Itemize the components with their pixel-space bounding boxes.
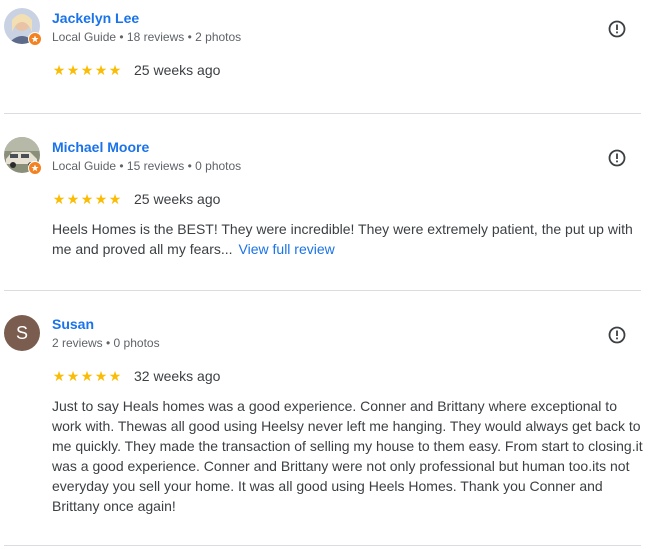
star-icon: ★ <box>80 368 94 384</box>
star-icon: ★ <box>52 191 66 207</box>
star-rating: ★ ★ ★ ★ ★ <box>52 63 122 77</box>
review-body: Heels Homes is the BEST! They were incre… <box>52 221 633 257</box>
review-body: Just to say Heals homes was a good exper… <box>52 398 643 514</box>
star-icon: ★ <box>80 191 94 207</box>
divider <box>4 290 641 291</box>
review-date: 25 weeks ago <box>134 191 221 207</box>
star-icon: ★ <box>52 368 66 384</box>
review-text: Heels Homes is the BEST! They were incre… <box>52 219 646 259</box>
star-icon: ★ <box>52 62 66 78</box>
avatar[interactable] <box>4 8 42 46</box>
reviewer-name[interactable]: Michael Moore <box>52 139 149 155</box>
local-guide-badge-icon <box>28 161 42 175</box>
reviewer-meta: Local Guide • 15 reviews • 0 photos <box>52 159 242 173</box>
star-icon: ★ <box>66 368 80 384</box>
reviewer-name[interactable]: Susan <box>52 316 94 332</box>
star-icon: ★ <box>66 62 80 78</box>
view-full-review-link[interactable]: View full review <box>239 241 335 257</box>
reviewer-meta: 2 reviews • 0 photos <box>52 336 160 350</box>
reviewer-meta: Local Guide • 18 reviews • 2 photos <box>52 30 242 44</box>
reviewer-name[interactable]: Jackelyn Lee <box>52 10 139 26</box>
avatar[interactable] <box>4 137 42 175</box>
report-flag-icon[interactable] <box>608 20 626 38</box>
star-icon: ★ <box>108 62 122 78</box>
star-icon: ★ <box>66 191 80 207</box>
report-flag-icon[interactable] <box>608 326 626 344</box>
review-date: 32 weeks ago <box>134 368 221 384</box>
star-rating: ★ ★ ★ ★ ★ <box>52 192 122 206</box>
star-icon: ★ <box>94 62 108 78</box>
star-icon: ★ <box>108 191 122 207</box>
local-guide-badge-icon <box>28 32 42 46</box>
review-text: Just to say Heals homes was a good exper… <box>52 396 646 516</box>
divider <box>4 113 641 114</box>
avatar-letter: S <box>4 315 40 351</box>
star-icon: ★ <box>94 368 108 384</box>
review-date: 25 weeks ago <box>134 62 221 78</box>
star-icon: ★ <box>108 368 122 384</box>
star-icon: ★ <box>94 191 108 207</box>
star-icon: ★ <box>80 62 94 78</box>
report-flag-icon[interactable] <box>608 149 626 167</box>
star-rating: ★ ★ ★ ★ ★ <box>52 369 122 383</box>
divider <box>4 545 641 546</box>
avatar[interactable]: S <box>4 315 40 351</box>
